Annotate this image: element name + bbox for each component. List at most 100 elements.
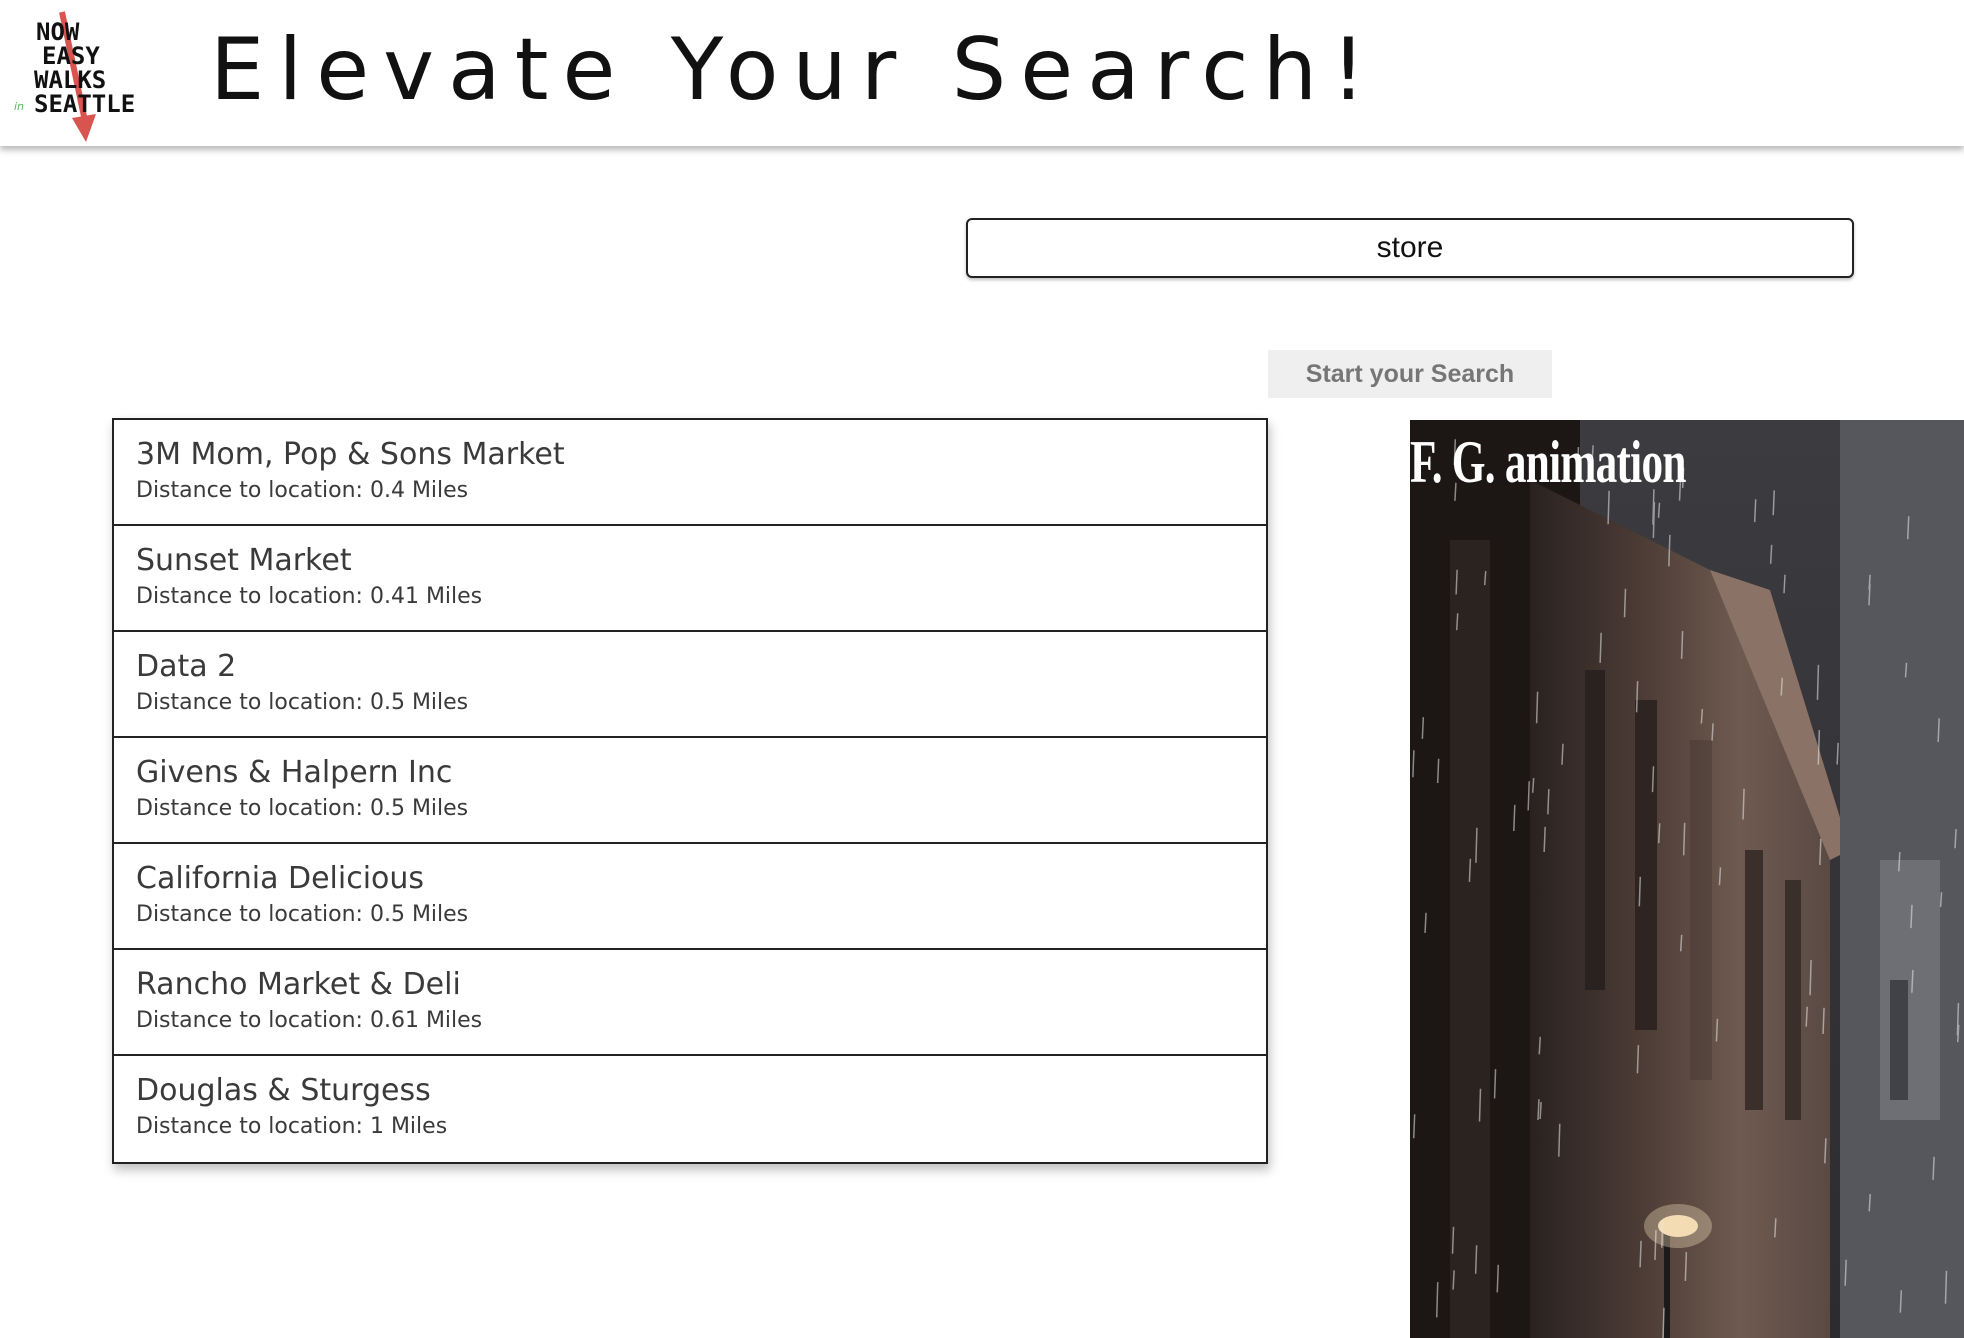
- rain-streak: [1911, 970, 1914, 993]
- rain-streak: [1769, 544, 1773, 564]
- rain-streak: [1547, 789, 1550, 815]
- rain-streak: [1635, 681, 1639, 713]
- rain-streak: [1543, 826, 1546, 853]
- rain-streak: [1742, 788, 1745, 820]
- rainy-street-animation: F. G. animation: [1410, 420, 1964, 1338]
- rain-streak: [1452, 1270, 1455, 1290]
- rain-streak: [1682, 822, 1686, 856]
- logo-line-4: SEATTLE: [34, 90, 135, 118]
- rain-streak: [1868, 1194, 1871, 1212]
- result-name: California Delicious: [136, 861, 425, 896]
- result-distance: Distance to location: 0.5 Miles: [136, 902, 469, 927]
- result-distance: Distance to location: 1 Miles: [136, 1114, 448, 1139]
- result-distance: Distance to location: 0.61 Miles: [136, 1008, 483, 1033]
- rain-streak: [1718, 867, 1722, 886]
- rain-streak: [1898, 852, 1901, 872]
- rain-streak: [1657, 823, 1661, 844]
- rain-streak: [1638, 876, 1642, 907]
- result-name: Data 2: [136, 649, 237, 684]
- list-item[interactable]: California Delicious Distance to locatio…: [114, 844, 1266, 950]
- rain-streak: [1535, 691, 1539, 724]
- rain-streak: [1680, 631, 1684, 659]
- rain-streak: [1651, 766, 1655, 793]
- rain-streak: [1455, 613, 1459, 631]
- rain-streak: [1939, 892, 1943, 908]
- rain-streak: [1435, 1282, 1439, 1318]
- rain-streak: [1661, 1220, 1664, 1248]
- site-logo[interactable]: NOW EASY WALKS in SEATTLE: [10, 6, 150, 146]
- logo-icon: NOW EASY WALKS in SEATTLE: [14, 11, 135, 142]
- rain-streak: [1478, 1088, 1482, 1122]
- rain-streak: [1436, 758, 1440, 784]
- rain-streak: [1468, 858, 1472, 882]
- rain-streak: [1679, 934, 1683, 952]
- rain-streak: [1684, 1252, 1688, 1282]
- rain-streak: [1817, 730, 1821, 765]
- rain-streak: [1639, 1240, 1642, 1268]
- rain-streak: [1668, 534, 1671, 567]
- rain-streak: [1774, 1218, 1777, 1238]
- rain-streak: [1899, 1290, 1903, 1313]
- rain-streak: [1451, 1226, 1455, 1254]
- rain-streak: [1805, 1006, 1808, 1027]
- rain-streak: [1868, 583, 1871, 606]
- rain-streak: [1662, 1307, 1665, 1338]
- list-item[interactable]: Givens & Halpern Inc Distance to locatio…: [114, 738, 1266, 844]
- start-search-button[interactable]: Start your Search: [1268, 350, 1552, 398]
- rain-streak: [1700, 709, 1704, 724]
- rain-streak: [1809, 960, 1812, 996]
- rain-streak: [1558, 1123, 1561, 1157]
- rain-streak: [1636, 1045, 1640, 1074]
- rain-streak: [1539, 1102, 1542, 1120]
- list-item[interactable]: Data 2 Distance to location: 0.5 Miles: [114, 632, 1266, 738]
- rain-streak: [1474, 1245, 1478, 1274]
- list-item[interactable]: 3M Mom, Pop & Sons Market Distance to lo…: [114, 420, 1266, 526]
- list-item[interactable]: Douglas & Sturgess Distance to location:…: [114, 1056, 1266, 1162]
- rain-streak: [1822, 1007, 1825, 1035]
- rain-streak: [1906, 516, 1910, 540]
- rain-streak: [1493, 1069, 1497, 1099]
- animation-caption: F. G. animation: [1410, 429, 1686, 495]
- rain-streak: [1904, 662, 1908, 678]
- rain-streak: [1910, 904, 1913, 929]
- result-name: Rancho Market & Deli: [136, 967, 461, 1002]
- list-item[interactable]: Rancho Market & Deli Distance to locatio…: [114, 950, 1266, 1056]
- rain-streak: [1772, 490, 1775, 516]
- rain-streak: [1496, 1264, 1500, 1293]
- search-input[interactable]: [966, 218, 1854, 278]
- rain-streak: [1932, 1156, 1935, 1180]
- site-header: NOW EASY WALKS in SEATTLE Elevate Your S…: [0, 0, 1964, 146]
- result-name: Givens & Halpern Inc: [136, 755, 453, 790]
- rain-streak: [1527, 781, 1530, 811]
- rain-streak: [1654, 1230, 1657, 1260]
- rain-streak: [1561, 743, 1564, 765]
- rain-streak: [1483, 571, 1487, 586]
- results-list: 3M Mom, Pop & Sons Market Distance to lo…: [112, 418, 1268, 1164]
- rain-streak: [1424, 912, 1427, 933]
- list-item[interactable]: Sunset Market Distance to location: 0.41…: [114, 526, 1266, 632]
- result-name: Sunset Market: [136, 543, 352, 578]
- rain-streak: [1412, 750, 1415, 778]
- rain-streak: [1944, 1270, 1948, 1304]
- rain-streak: [1421, 717, 1425, 739]
- result-distance: Distance to location: 0.5 Miles: [136, 690, 469, 715]
- rain-streak: [1937, 718, 1940, 742]
- logo-in-word: in: [14, 100, 24, 113]
- rain-streak: [1711, 723, 1714, 741]
- result-name: 3M Mom, Pop & Sons Market: [136, 437, 565, 472]
- rain-streak: [1623, 588, 1627, 618]
- rain-streak: [1783, 574, 1786, 594]
- rain-streak: [1836, 742, 1839, 765]
- result-distance: Distance to location: 0.5 Miles: [136, 796, 469, 821]
- rain-streak: [1844, 1259, 1847, 1286]
- rain-streak: [1531, 778, 1535, 793]
- rain-streak: [1538, 1036, 1541, 1055]
- rain-streak: [1956, 1024, 1960, 1043]
- result-name: Douglas & Sturgess: [136, 1073, 431, 1108]
- rain-streak: [1824, 1138, 1827, 1164]
- rain-streak: [1715, 1018, 1719, 1042]
- rain-streak: [1816, 664, 1820, 700]
- rain-streak: [1780, 677, 1783, 696]
- rain-streak: [1954, 829, 1957, 849]
- rain-streak: [1455, 569, 1458, 595]
